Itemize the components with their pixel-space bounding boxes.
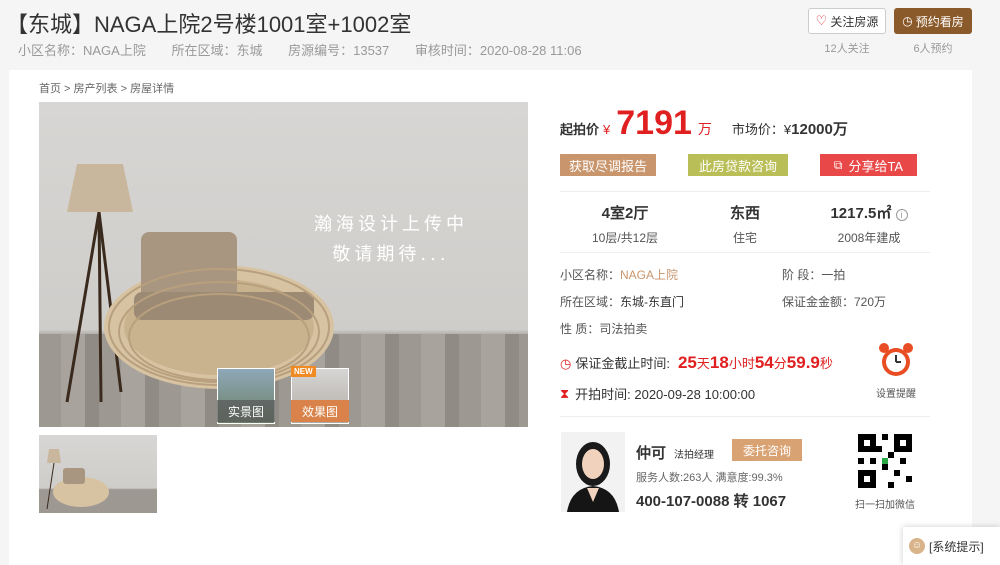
spec-size: 1217.5㎡ i 2008年建成 — [810, 202, 928, 246]
info-area-label: 所在区域： — [560, 295, 621, 309]
clock-icon: ◷ — [902, 14, 913, 28]
meta-listing-no: 房源编号：13537 — [288, 43, 390, 58]
thumbnail-illustration — [46, 449, 109, 510]
countdown-minutes-unit: 分 — [773, 356, 787, 371]
agent-name: 仲可 — [636, 445, 667, 462]
spec-rooms: 4室2厅 — [601, 205, 649, 222]
report-button[interactable]: 获取尽调报告 — [560, 154, 656, 176]
market-price: 市场价：¥12000万 — [732, 118, 848, 139]
user-icon: ☺ — [909, 538, 925, 554]
countdown-hours: 18 — [709, 353, 729, 372]
spec-area: 1217.5㎡ i — [810, 202, 928, 223]
page-title: 【东城】NAGA上院2号楼1001室+1002室 — [6, 12, 412, 37]
start-time: 开拍时间: 2020-09-28 10:00:00 — [575, 387, 756, 402]
wechat-qr-code — [858, 434, 912, 488]
watermark-line1: 瀚海设计上传中 — [314, 214, 468, 235]
alarm-clock-icon — [879, 343, 913, 376]
book-count: 6人预约 — [913, 43, 953, 55]
heart-icon: ♡ — [815, 13, 828, 28]
price-unit: 万 — [697, 121, 712, 137]
book-viewing-button[interactable]: ◷ 预约看房 — [894, 8, 972, 34]
follow-button[interactable]: ♡ 关注房源 — [808, 8, 886, 34]
hourglass-icon: ⧗ — [560, 385, 570, 401]
spec-type: 住宅 — [732, 231, 757, 245]
starting-price-label: 起拍价 — [560, 122, 600, 137]
spec-orientation: 东西 住宅 — [700, 202, 790, 246]
agent-portrait — [561, 432, 625, 512]
countdown-seconds: 59.9 — [786, 353, 820, 372]
follow-count: 12人关注 — [824, 43, 870, 55]
spec-direction: 东西 — [729, 205, 760, 222]
breadcrumb[interactable]: 首页 > 房产列表 > 房屋详情 — [39, 80, 174, 96]
info-stage: 阶 段：一拍 — [782, 268, 846, 282]
countdown-label: 保证金截止时间: — [575, 356, 670, 371]
community-link[interactable]: NAGA上院 — [620, 268, 678, 282]
listing-meta: 小区名称：NAGA上院 所在区域：东城 房源编号：13537 审核时间：2020… — [18, 40, 604, 59]
auction-start: ⧗ 开拍时间: 2020-09-28 10:00:00 — [560, 384, 755, 403]
effect-photo-label[interactable]: 效果图 — [291, 400, 349, 422]
info-area-value: 东城-东直门 — [620, 295, 685, 309]
starting-price: 7191 — [616, 104, 692, 142]
qr-pattern — [858, 434, 912, 488]
watermark-line2: 敬请期待... — [332, 244, 450, 265]
system-tip-popup[interactable]: ☺ [系统提示] — [903, 527, 1000, 565]
info-community-label: 小区名称： — [560, 268, 621, 282]
reminder-label: 设置提醒 — [876, 389, 916, 400]
loan-consult-button[interactable]: 此房贷款咨询 — [688, 154, 788, 176]
info-community: 小区名称：NAGA上院 — [560, 266, 678, 283]
meta-area: 所在区域：东城 — [171, 43, 263, 58]
follow-label: 关注房源 — [830, 14, 879, 29]
price-row: 起拍价 ¥ 7191 万 市场价：¥12000万 — [560, 104, 848, 143]
market-price-value: 12000万 — [791, 121, 848, 138]
divider — [560, 252, 930, 253]
spec-area-value: 1217.5㎡ — [830, 205, 892, 222]
share-button[interactable]: ⧉ 分享给TA — [820, 154, 917, 176]
agent-phone: 400-107-0088 转 1067 — [636, 493, 787, 510]
info-nature: 性 质：司法拍卖 — [560, 322, 648, 336]
countdown-minutes: 54 — [754, 353, 774, 372]
agent-avatar — [561, 432, 625, 512]
clock-icon: ◷ — [560, 356, 572, 371]
market-price-label: 市场价： — [731, 122, 784, 137]
price-currency: ¥ — [603, 122, 611, 137]
listing-card: 首页 > 房产列表 > 房屋详情 瀚海设计上传中 敬请期待... 实景图 效果图… — [9, 70, 972, 565]
image-watermark: 瀚海设计上传中 敬请期待... — [301, 210, 481, 270]
meta-review-time: 审核时间：2020-08-28 11:06 — [414, 43, 582, 58]
info-area: 所在区域：东城-东直门 — [560, 293, 684, 310]
spec-layout: 4室2厅 10层/共12层 — [580, 202, 670, 246]
agent-role: 法拍经理 — [674, 450, 714, 461]
qr-label: 扫一扫加微信 — [855, 500, 915, 511]
countdown-days: 25 — [677, 353, 697, 372]
divider — [560, 416, 930, 417]
info-icon[interactable]: i — [895, 209, 908, 221]
listing-header: 【东城】NAGA上院2号楼1001室+1002室 小区名称：NAGA上院 所在区… — [0, 0, 1000, 68]
countdown-seconds-unit: 秒 — [819, 356, 833, 371]
info-deposit: 保证金金额：720万 — [782, 295, 887, 309]
share-icon: ⧉ — [833, 157, 843, 172]
set-reminder[interactable]: 设置提醒 — [873, 342, 919, 400]
book-label: 预约看房 — [915, 14, 964, 29]
divider — [560, 191, 930, 192]
meta-community: 小区名称：NAGA上院 — [18, 43, 146, 58]
main-photo[interactable]: 瀚海设计上传中 敬请期待... 实景图 效果图 NEW — [39, 102, 528, 427]
agent-stats: 服务人数:263人 满意度:99.3% — [636, 472, 783, 484]
share-label: 分享给TA — [848, 158, 904, 174]
countdown-days-unit: 天 — [696, 356, 710, 371]
countdown-hours-unit: 小时 — [728, 356, 755, 371]
new-badge: NEW — [291, 366, 316, 377]
real-photo-label[interactable]: 实景图 — [217, 400, 275, 422]
gallery-thumbnail[interactable] — [39, 435, 157, 513]
system-tip-label: [系统提示] — [929, 539, 984, 554]
consult-button[interactable]: 委托咨询 — [732, 439, 802, 461]
spec-built-year: 2008年建成 — [837, 231, 901, 245]
deposit-countdown: ◷ 保证金截止时间: 25 天 18 小时 54 分 59.9 秒 — [560, 353, 833, 373]
spec-floors: 10层/共12层 — [591, 231, 659, 245]
